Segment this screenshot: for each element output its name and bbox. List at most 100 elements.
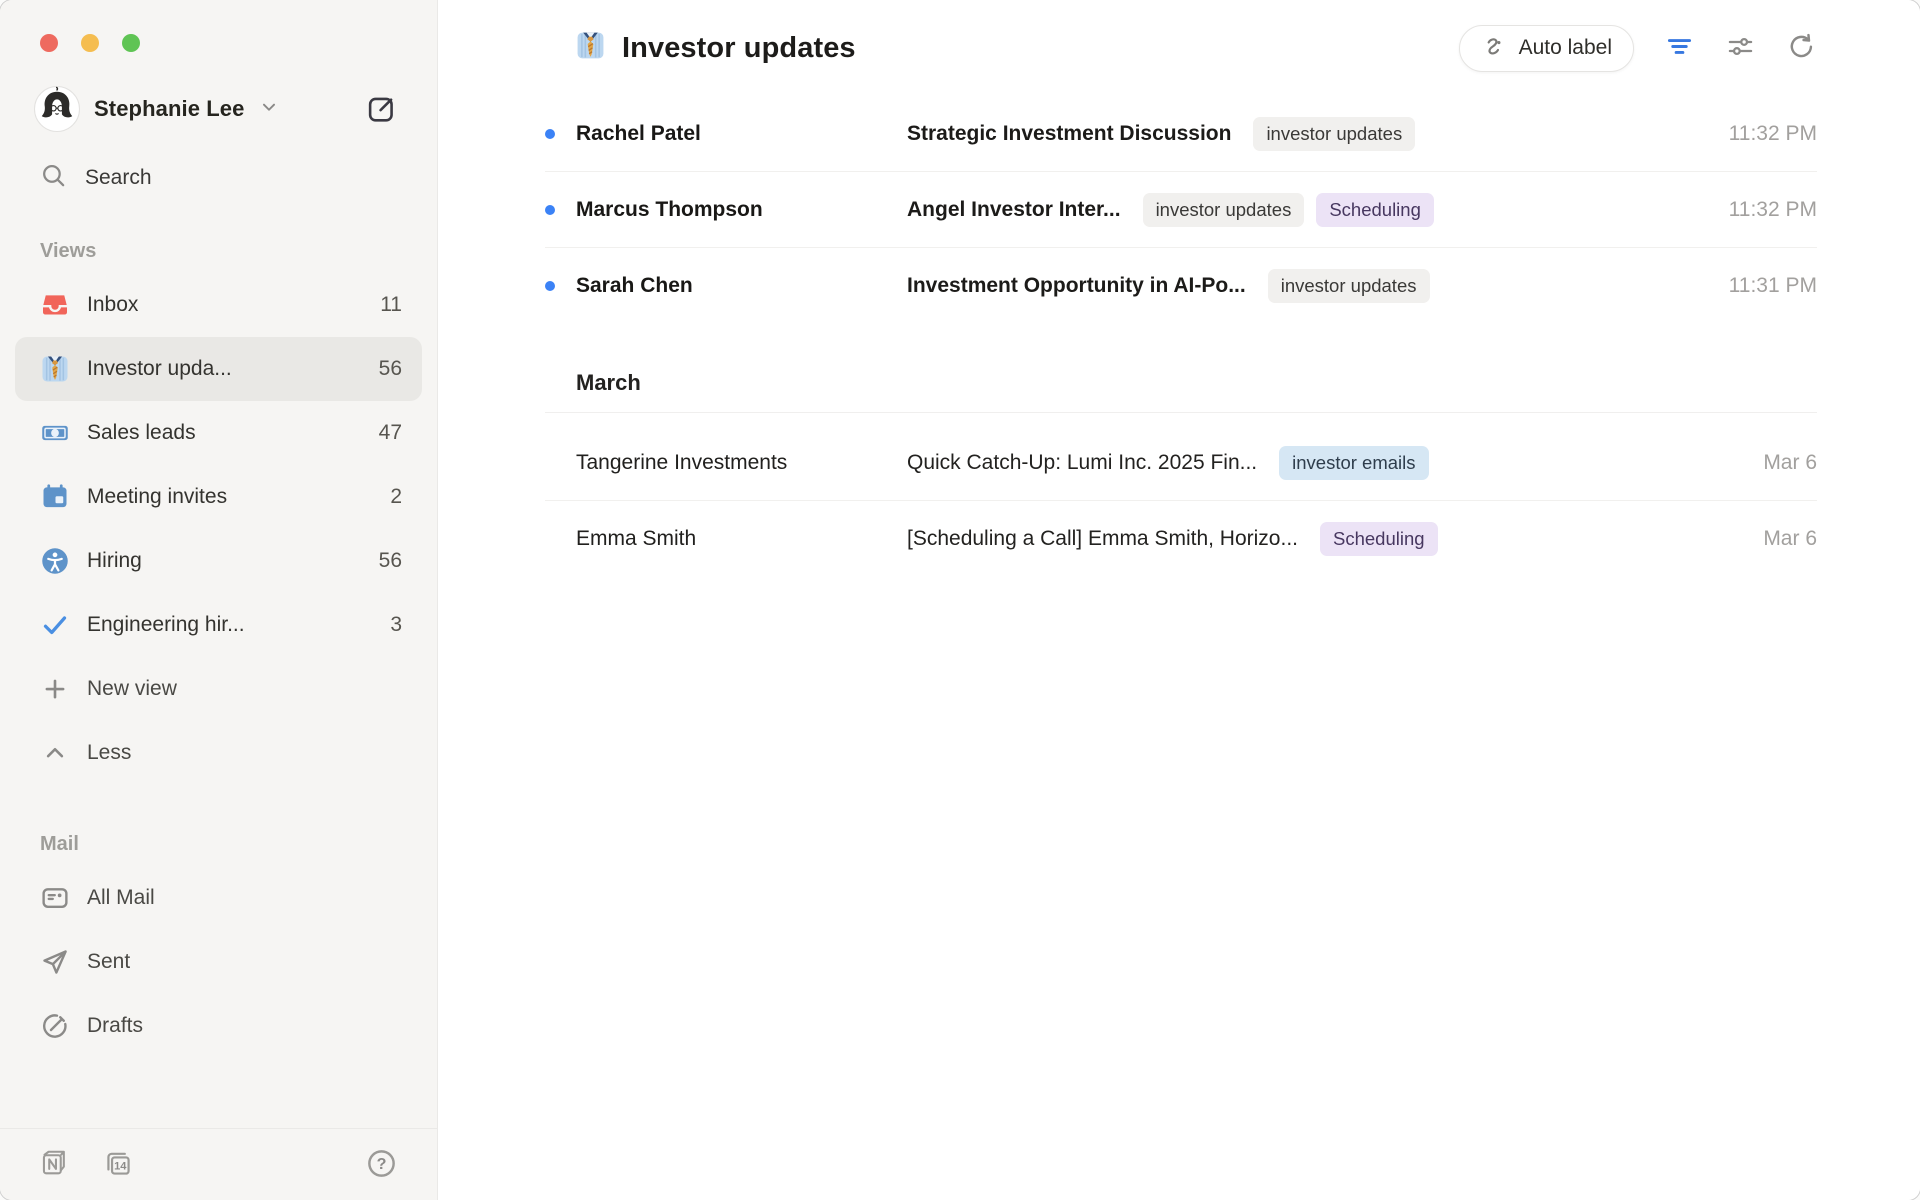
traffic-lights	[0, 0, 437, 52]
sidebar-item-sent[interactable]: Sent	[15, 930, 422, 994]
sidebar-item-label: Sales leads	[87, 421, 196, 445]
necktie-icon	[575, 30, 606, 66]
sidebar-item-all-mail[interactable]: All Mail	[15, 866, 422, 930]
auto-label-icon	[1481, 33, 1508, 63]
inbox-icon	[40, 290, 70, 320]
tag-investor-updates: investor updates	[1268, 269, 1430, 303]
date-group-header: March	[545, 354, 1817, 412]
close-button[interactable]	[40, 34, 58, 52]
email-list: Rachel Patel Strategic Investment Discus…	[438, 96, 1920, 577]
email-row[interactable]: Rachel Patel Strategic Investment Discus…	[545, 96, 1817, 172]
sidebar-item-hiring[interactable]: Hiring 56	[15, 529, 422, 593]
email-row[interactable]: Sarah Chen Investment Opportunity in AI-…	[545, 248, 1817, 324]
sidebar-item-label: All Mail	[87, 886, 155, 910]
sidebar-item-drafts[interactable]: Drafts	[15, 994, 422, 1058]
sidebar-item-label: Inbox	[87, 293, 138, 317]
search-button[interactable]: Search	[40, 154, 397, 202]
display-settings-button[interactable]	[1725, 31, 1756, 65]
email-sender: Rachel Patel	[576, 122, 907, 146]
zoom-button[interactable]	[122, 34, 140, 52]
group-divider	[545, 412, 1817, 413]
sidebar-item-label: Sent	[87, 950, 130, 974]
tag-investor-updates: investor updates	[1143, 193, 1305, 227]
auto-label-button[interactable]: Auto label	[1459, 25, 1634, 72]
sidebar: Stephanie Lee Search Views Inbox 11 Inve…	[0, 0, 438, 1200]
notion-app-button[interactable]	[38, 1148, 69, 1182]
search-label: Search	[85, 166, 152, 190]
email-time: 11:32 PM	[1709, 122, 1817, 146]
calendar-app-button[interactable]: 14	[103, 1148, 134, 1182]
email-sender: Marcus Thompson	[576, 198, 907, 222]
sidebar-footer: 14 ?	[0, 1128, 437, 1200]
tag-investor-updates: investor updates	[1253, 117, 1415, 151]
email-subject: [Scheduling a Call] Emma Smith, Horizo..…	[907, 527, 1298, 551]
sliders-icon	[1725, 31, 1756, 65]
page-title: Investor updates	[622, 32, 856, 65]
profile-row: Stephanie Lee	[34, 82, 397, 136]
unread-dot	[545, 281, 555, 291]
sidebar-item-meeting-invites[interactable]: Meeting invites 2	[15, 465, 422, 529]
email-row[interactable]: Tangerine Investments Quick Catch-Up: Lu…	[545, 425, 1817, 501]
sidebar-item-label: Drafts	[87, 1014, 143, 1038]
sidebar-item-count: 47	[379, 421, 402, 445]
plus-icon	[40, 674, 70, 704]
email-row[interactable]: Emma Smith [Scheduling a Call] Emma Smit…	[545, 501, 1817, 577]
email-subject: Quick Catch-Up: Lumi Inc. 2025 Fin...	[907, 451, 1257, 475]
sidebar-item-engineering-hir[interactable]: Engineering hir... 3	[15, 593, 422, 657]
email-sender: Tangerine Investments	[576, 451, 907, 475]
email-row[interactable]: Marcus Thompson Angel Investor Inter... …	[545, 172, 1817, 248]
drafts-icon	[40, 1011, 70, 1041]
minimize-button[interactable]	[81, 34, 99, 52]
money-icon	[40, 418, 70, 448]
sidebar-item-inbox[interactable]: Inbox 11	[15, 273, 422, 337]
sidebar-item-count: 2	[390, 485, 402, 509]
sidebar-item-less[interactable]: Less	[15, 721, 422, 785]
tag-scheduling: Scheduling	[1320, 522, 1438, 556]
account-switcher[interactable]: Stephanie Lee	[34, 86, 280, 132]
sidebar-item-label: Hiring	[87, 549, 142, 573]
sidebar-item-sales-leads[interactable]: Sales leads 47	[15, 401, 422, 465]
sidebar-item-new-view[interactable]: New view	[15, 657, 422, 721]
email-sender: Emma Smith	[576, 527, 907, 551]
calendar-14-icon: 14	[103, 1148, 134, 1182]
sidebar-item-count: 11	[380, 293, 402, 317]
refresh-icon	[1786, 31, 1817, 65]
sidebar-item-label: Investor upda...	[87, 357, 232, 381]
sidebar-item-count: 56	[379, 549, 402, 573]
all-mail-icon	[40, 883, 70, 913]
unread-dot	[545, 129, 555, 139]
email-tags: investor updates	[1268, 269, 1430, 303]
filter-icon	[1664, 31, 1695, 65]
sidebar-item-investor-upda[interactable]: Investor upda... 56	[15, 337, 422, 401]
email-time: 11:31 PM	[1709, 274, 1817, 298]
email-subject: Strategic Investment Discussion	[907, 122, 1231, 146]
views-section-label: Views	[40, 240, 437, 263]
email-tags: investor updatesScheduling	[1143, 193, 1434, 227]
email-subject: Investment Opportunity in AI-Po...	[907, 274, 1246, 298]
sidebar-item-count: 3	[390, 613, 402, 637]
email-tags: investor updates	[1253, 117, 1415, 151]
svg-text:14: 14	[114, 1160, 127, 1172]
email-time: Mar 6	[1743, 527, 1817, 551]
mail-list: All Mail Sent Drafts	[0, 866, 437, 1058]
help-button[interactable]: ?	[366, 1148, 397, 1182]
calendar-icon	[40, 482, 70, 512]
sidebar-item-label: Less	[87, 741, 131, 765]
sent-icon	[40, 947, 70, 977]
view-header: Investor updates Auto label	[438, 0, 1920, 96]
sidebar-item-label: New view	[87, 677, 177, 701]
chevron-up-icon	[40, 738, 70, 768]
email-subject: Angel Investor Inter...	[907, 198, 1121, 222]
email-sender: Sarah Chen	[576, 274, 907, 298]
compose-button[interactable]	[366, 94, 397, 125]
help-icon: ?	[366, 1148, 397, 1182]
toolbar: Auto label	[1459, 25, 1817, 72]
tag-investor-emails: investor emails	[1279, 446, 1428, 480]
main-panel: Investor updates Auto label Rachel Patel…	[438, 0, 1920, 1200]
views-actions: New view Less	[0, 657, 437, 785]
search-icon	[40, 162, 67, 195]
email-time: 11:32 PM	[1709, 198, 1817, 222]
check-icon	[40, 610, 70, 640]
refresh-button[interactable]	[1786, 31, 1817, 65]
filter-button[interactable]	[1664, 31, 1695, 65]
